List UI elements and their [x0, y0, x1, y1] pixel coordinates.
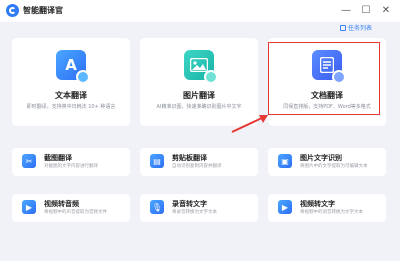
close-button[interactable]: ✕	[378, 3, 394, 19]
clipboard-icon: ▤	[150, 154, 164, 168]
card-recording-to-text[interactable]: 🎙 录音转文字 将录音转换为文字文本	[140, 194, 258, 222]
card-title: 文本翻译	[55, 91, 87, 100]
card-desc: 即时翻译，支持英中日韩法 10+ 种语言	[26, 104, 116, 110]
card-desc: 将视频中的语音转换为文字文本	[300, 210, 363, 215]
title-bar: 智能翻译官 — ☐ ✕	[0, 0, 400, 22]
card-desc: 将录音转换为文字文本	[172, 210, 217, 215]
card-title: 视频转文字	[300, 200, 335, 208]
card-image-ocr[interactable]: ▣ 图片文字识别 将图片中的文字提取为可编辑文本	[268, 148, 386, 176]
task-list-icon	[339, 24, 346, 31]
text-translate-glyph: A	[65, 56, 77, 74]
microphone-icon: 🎙	[150, 200, 164, 214]
video-text-icon: ▶	[278, 200, 292, 214]
card-title: 截图翻译	[44, 154, 72, 162]
app-logo-icon	[6, 4, 19, 17]
card-video-to-text[interactable]: ▶ 视频转文字 将视频中的语音转换为文字文本	[268, 194, 386, 222]
card-video-to-audio[interactable]: ▶ 视频转音频 将视频中的声音提取为音频文件	[12, 194, 130, 222]
card-text-translate[interactable]: A 文本翻译 即时翻译，支持英中日韩法 10+ 种语言	[12, 38, 130, 126]
red-arrow-icon	[231, 115, 268, 133]
minimize-button[interactable]: —	[338, 3, 354, 19]
card-desc: AI精准识图，快速准确识别图片中文字	[156, 104, 242, 110]
card-title: 图片文字识别	[300, 154, 342, 162]
card-desc: 自动识别复制内容并翻译	[172, 164, 222, 169]
highlight-box	[268, 42, 380, 115]
card-title: 图片翻译	[183, 91, 215, 100]
card-title: 剪贴板翻译	[172, 154, 207, 162]
card-desc: 将图片中的文字提取为可编辑文本	[300, 164, 368, 169]
card-desc: 对截图的文字内容进行翻译	[44, 164, 98, 169]
app-title: 智能翻译官	[23, 6, 63, 15]
card-title: 录音转文字	[172, 200, 207, 208]
card-screenshot-translate[interactable]: ✂ 截图翻译 对截图的文字内容进行翻译	[12, 148, 130, 176]
text-translate-icon: A	[56, 50, 90, 84]
card-desc: 将视频中的声音提取为音频文件	[44, 210, 107, 215]
image-ocr-icon: ▣	[278, 154, 292, 168]
task-list-link[interactable]: 任务列表	[339, 23, 372, 32]
screenshot-icon: ✂	[22, 154, 36, 168]
task-list-label: 任务列表	[347, 25, 372, 32]
image-translate-icon	[184, 50, 218, 84]
card-title: 视频转音频	[44, 200, 79, 208]
video-icon: ▶	[22, 200, 36, 214]
card-clipboard-translate[interactable]: ▤ 剪贴板翻译 自动识别复制内容并翻译	[140, 148, 258, 176]
maximize-button[interactable]: ☐	[358, 3, 374, 19]
